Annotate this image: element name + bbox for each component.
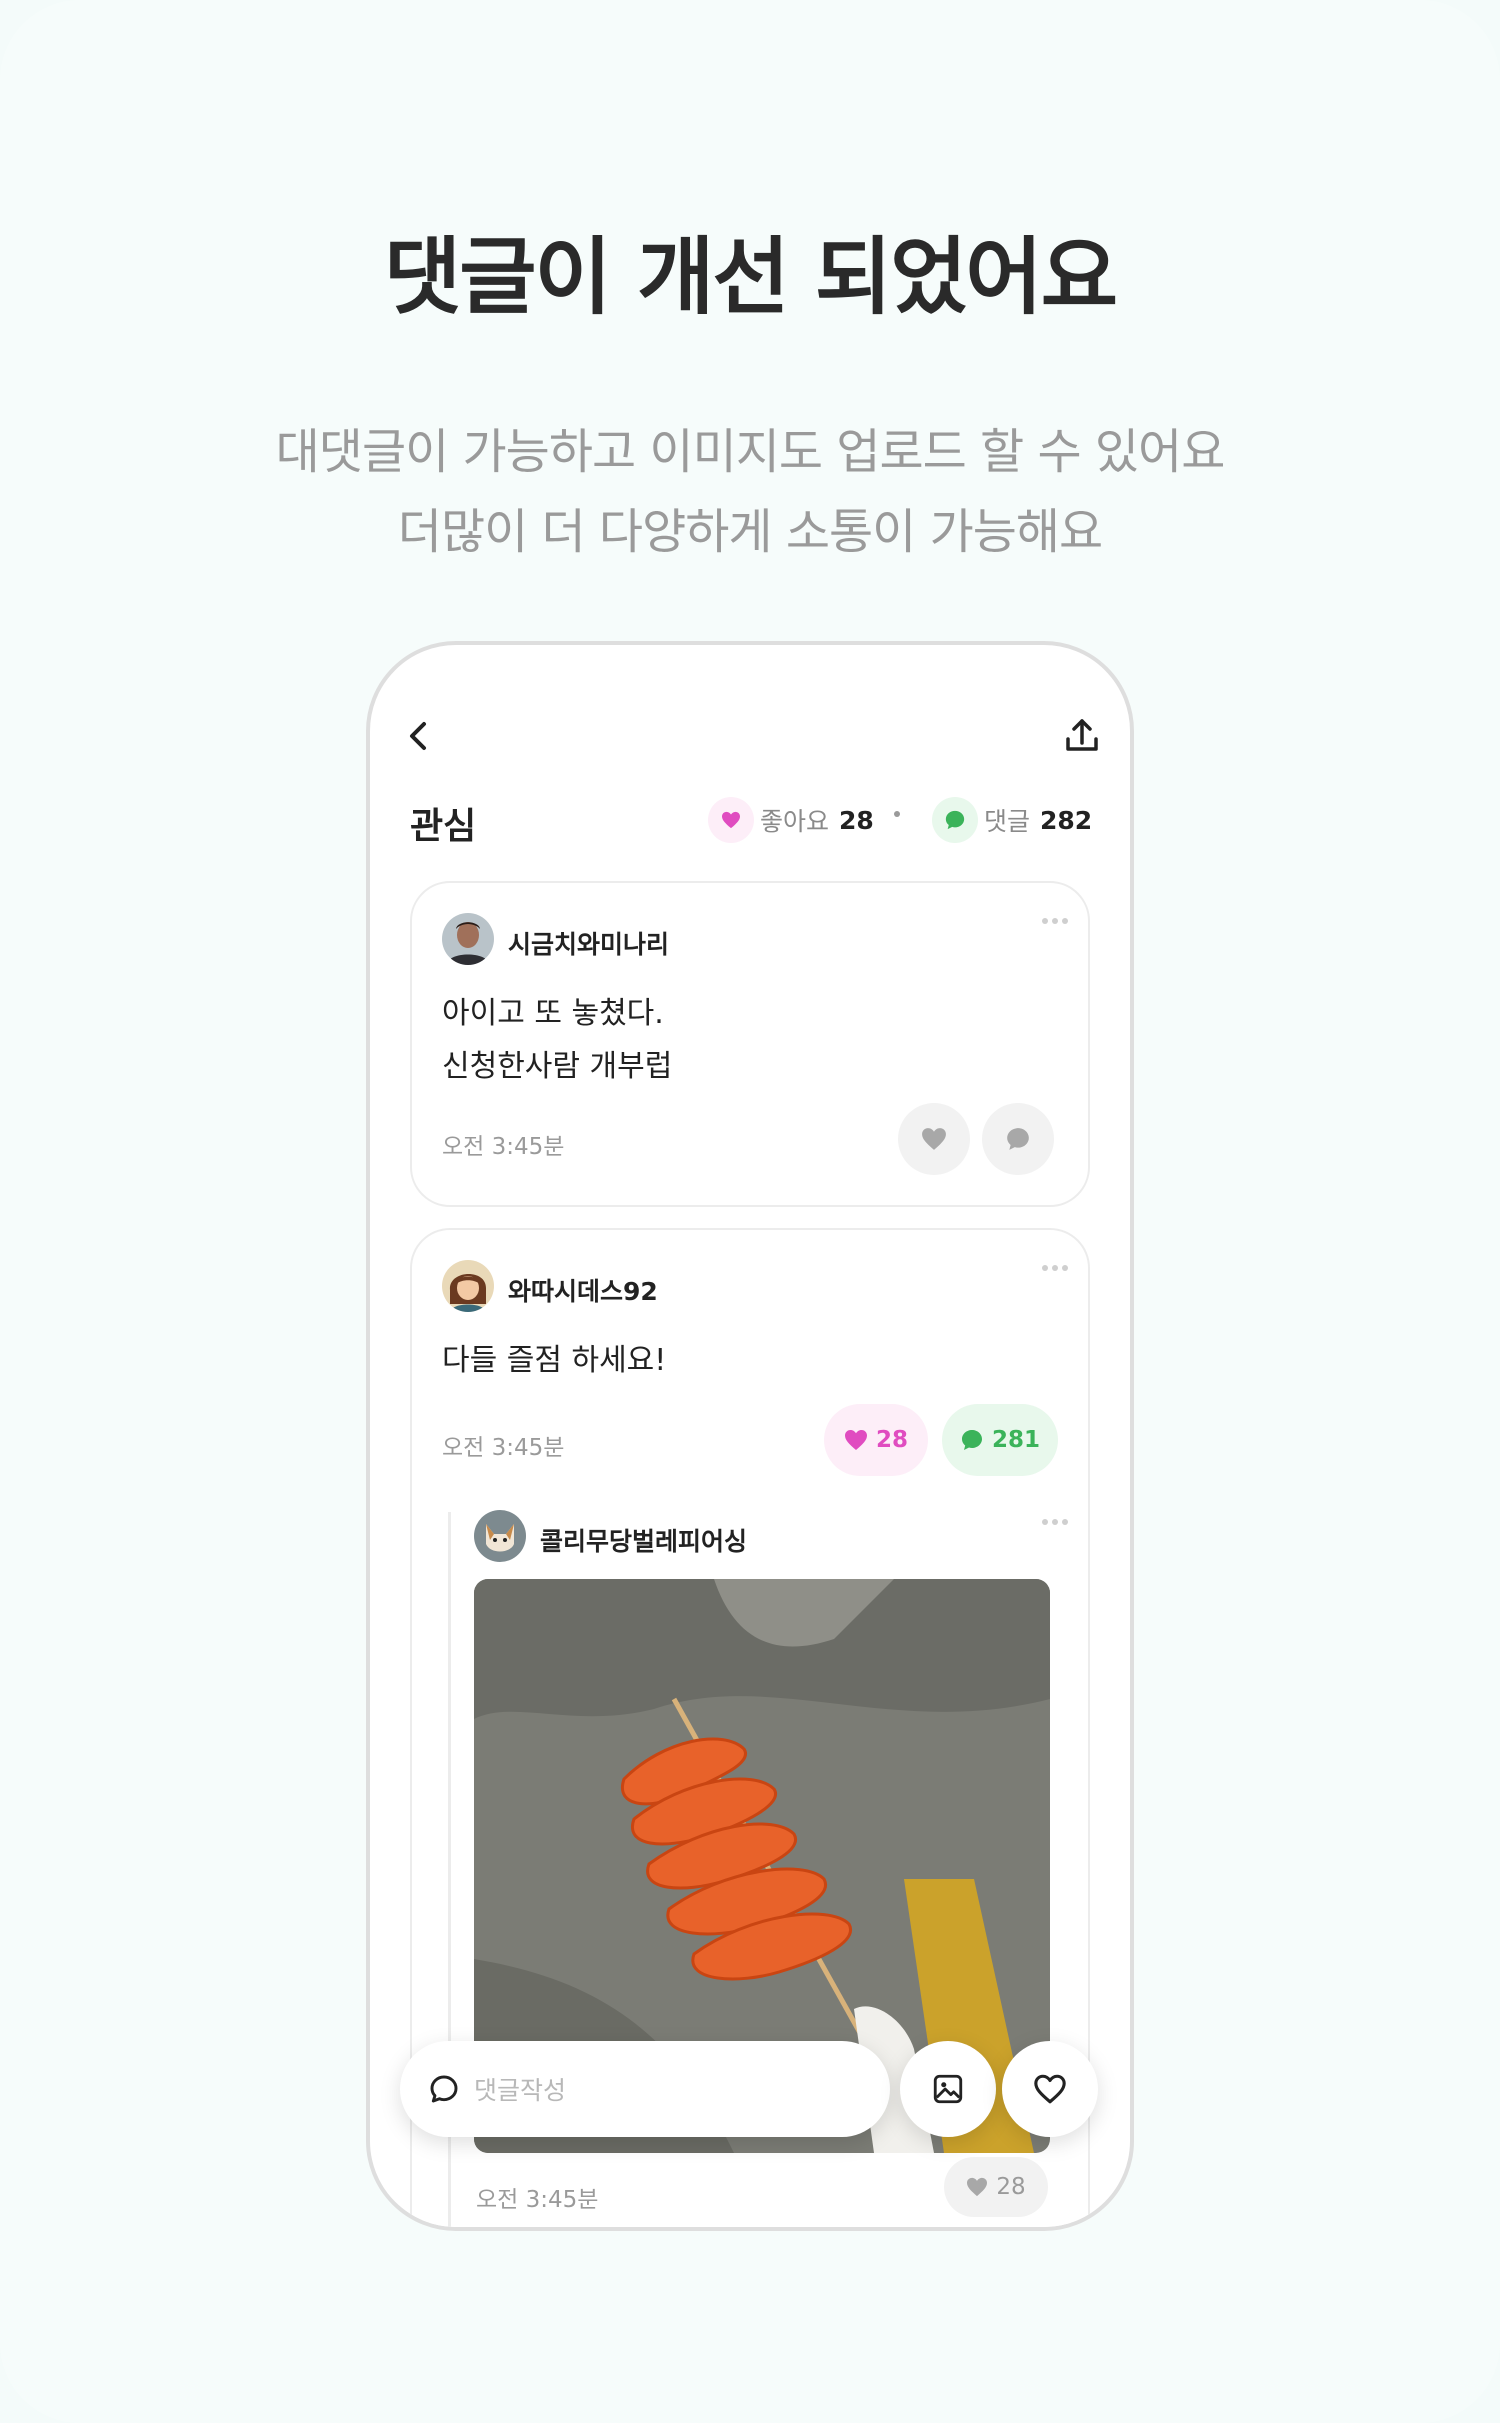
comment-composer[interactable]: 댓글작성	[400, 2041, 890, 2137]
chat-bubble-icon	[1007, 1128, 1029, 1150]
heart-icon	[967, 2177, 988, 2197]
headline: 댓글이 개선 되었어요	[383, 228, 1118, 326]
comment-line: 다들 즐점 하세요!	[442, 1343, 667, 1378]
page-background: 댓글이 개선 되었어요 대댓글이 가능하고 이미지도 업로드 할 수 있어요 더…	[0, 0, 1500, 2423]
share-button[interactable]	[1060, 711, 1104, 761]
comment-line: 아이고 또 놓쳤다.	[442, 996, 664, 1031]
like-button[interactable]	[898, 1103, 970, 1175]
avatar-image	[442, 1260, 494, 1312]
more-icon	[1042, 1519, 1048, 1525]
topic-title: 관심	[410, 806, 477, 847]
comment-time: 오전 3:45분	[442, 1435, 565, 1461]
reply-button[interactable]	[982, 1103, 1054, 1175]
reply-count-button[interactable]: 281	[942, 1404, 1058, 1476]
comment-username[interactable]: 시금치와미나리	[508, 925, 669, 961]
heart-outline-icon	[1034, 2074, 1066, 2104]
like-count-button[interactable]: 28	[824, 1404, 928, 1476]
chat-bubble-icon	[961, 1430, 982, 1450]
back-button[interactable]	[400, 711, 440, 761]
stat-separator	[894, 811, 900, 817]
heart-icon	[922, 1128, 946, 1150]
more-button[interactable]	[1038, 911, 1072, 931]
more-button[interactable]	[1038, 1258, 1072, 1278]
more-button[interactable]	[1038, 1512, 1072, 1532]
reply-count: 281	[991, 1427, 1040, 1453]
avatar-image	[474, 1510, 526, 1562]
reply-time: 오전 3:45분	[476, 2187, 599, 2213]
chat-bubble-icon	[945, 810, 965, 830]
comments-count: 282	[1040, 805, 1093, 835]
reply-like-button[interactable]: 28	[944, 2157, 1048, 2217]
like-count: 28	[875, 1427, 908, 1453]
heart-icon	[844, 1430, 867, 1450]
image-icon	[933, 2074, 963, 2104]
likes-count: 28	[839, 805, 874, 835]
reply-avatar[interactable]	[474, 1510, 526, 1562]
comments-badge	[932, 797, 978, 843]
search-bubble-icon	[430, 2075, 458, 2103]
comment-body: 다들 즐점 하세요!	[442, 1334, 666, 1387]
avatar-image	[442, 913, 494, 965]
comment-time: 오전 3:45분	[442, 1134, 565, 1160]
subheadline-line-1: 대댓글이 가능하고 이미지도 업로드 할 수 있어요	[275, 424, 1226, 480]
likes-label: 좋아요	[760, 807, 830, 836]
more-icon	[1042, 1265, 1048, 1271]
likes-stat: 좋아요 28	[708, 797, 874, 843]
reply-like-count: 28	[996, 2174, 1026, 2200]
comments-stat: 댓글 282	[932, 797, 1092, 843]
attach-image-button[interactable]	[900, 2041, 996, 2137]
comment-body: 아이고 또 놓쳤다. 신청한사람 개부럽	[442, 987, 672, 1093]
heart-icon	[722, 811, 740, 829]
reply-username[interactable]: 콜리무당벌레피어싱	[540, 1522, 747, 1558]
back-icon	[410, 722, 426, 750]
comment-line: 신청한사람 개부럽	[442, 1049, 673, 1084]
avatar[interactable]	[442, 913, 494, 965]
likes-badge	[708, 797, 754, 843]
avatar[interactable]	[442, 1260, 494, 1312]
phone-frame: 관심 좋아요 28 댓글 282 시금치와미나리 아이고 또 놓쳤다. 신청한사…	[366, 641, 1134, 2231]
more-icon	[1042, 918, 1048, 924]
composer-placeholder: 댓글작성	[474, 2076, 567, 2105]
phone-screen: 관심 좋아요 28 댓글 282 시금치와미나리 아이고 또 놓쳤다. 신청한사…	[370, 645, 1130, 2227]
subheadline-line-2: 더많이 더 다양하게 소통이 가능해요	[397, 504, 1103, 560]
share-icon	[1066, 719, 1098, 751]
comments-label: 댓글	[984, 807, 1031, 836]
like-post-button[interactable]	[1002, 2041, 1098, 2137]
comment-username[interactable]: 와따시데스92	[508, 1272, 658, 1308]
comment-card: 시금치와미나리 아이고 또 놓쳤다. 신청한사람 개부럽 오전 3:45분	[410, 881, 1090, 1207]
